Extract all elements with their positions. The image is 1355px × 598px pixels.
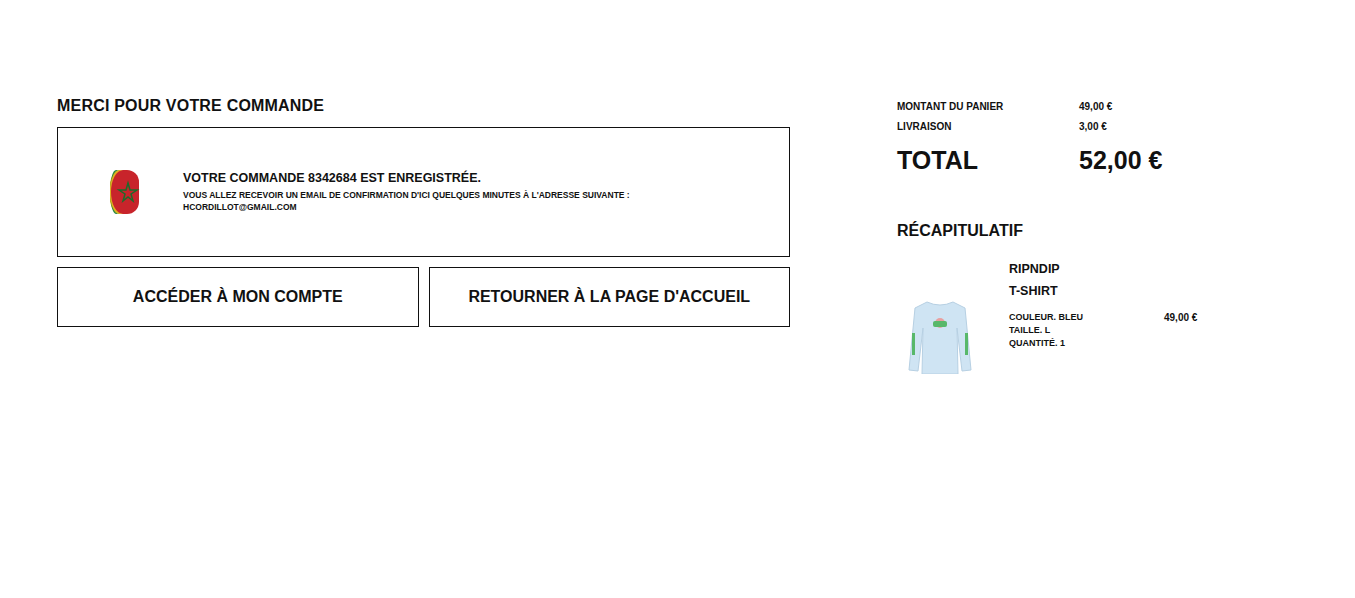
confirmation-email: HCORDILLOT@GMAIL.COM [183,201,630,213]
product-image [897,258,1009,374]
confirmation-message: VOTRE COMMANDE 8342684 EST ENREGISTRÉE. [183,171,630,185]
order-confirmation-page: MERCI POUR VOTRE COMMANDE VOTRE COMMANDE… [0,0,1355,598]
item-detail: QUANTITÉ. 1 [1009,337,1164,350]
total-row: TOTAL 52,00 € [897,144,1217,176]
item-name: T-SHIRT [1009,280,1209,302]
action-button[interactable]: RETOURNER À LA PAGE D'ACCUEIL [429,267,791,327]
cart-item: RIPNDIP T-SHIRT COULEUR. BLEUTAILLE. LQU… [897,258,1217,374]
total-value: 52,00 € [1079,144,1162,176]
total-label: TOTAL [897,144,1079,176]
summary-label: MONTANT DU PANIER [897,101,1079,112]
item-detail-row: COULEUR. BLEUTAILLE. LQUANTITÉ. 1 49,00 … [1009,311,1209,350]
summary-value: 49,00 € [1079,101,1112,112]
summary-row: LIVRAISON 3,00 € [897,116,1217,136]
recap-title: RÉCAPITULATIF [897,221,1217,241]
item-brand: RIPNDIP [1009,258,1209,280]
flag-icon [110,169,140,215]
confirmation-note: VOUS ALLEZ RECEVOIR UN EMAIL DE CONFIRMA… [183,189,630,201]
item-info: RIPNDIP T-SHIRT COULEUR. BLEUTAILLE. LQU… [1009,258,1209,374]
confirmation-column: MERCI POUR VOTRE COMMANDE VOTRE COMMANDE… [57,96,790,598]
page-title: MERCI POUR VOTRE COMMANDE [57,96,790,116]
item-detail: TAILLE. L [1009,324,1164,337]
summary-value: 3,00 € [1079,121,1107,132]
confirmation-box: VOTRE COMMANDE 8342684 EST ENREGISTRÉE. … [57,127,790,257]
shirt-icon [905,278,975,374]
confirmation-text: VOTRE COMMANDE 8342684 EST ENREGISTRÉE. … [183,171,630,213]
button-row: ACCÉDER À MON COMPTERETOURNER À LA PAGE … [57,267,790,327]
item-details: COULEUR. BLEUTAILLE. LQUANTITÉ. 1 [1009,311,1164,350]
summary-label: LIVRAISON [897,121,1079,132]
summary-row: MONTANT DU PANIER 49,00 € [897,96,1217,116]
item-detail: COULEUR. BLEU [1009,311,1164,324]
summary-column: MONTANT DU PANIER 49,00 €LIVRAISON 3,00 … [897,96,1217,598]
item-price: 49,00 € [1164,311,1197,350]
action-button[interactable]: ACCÉDER À MON COMPTE [57,267,419,327]
